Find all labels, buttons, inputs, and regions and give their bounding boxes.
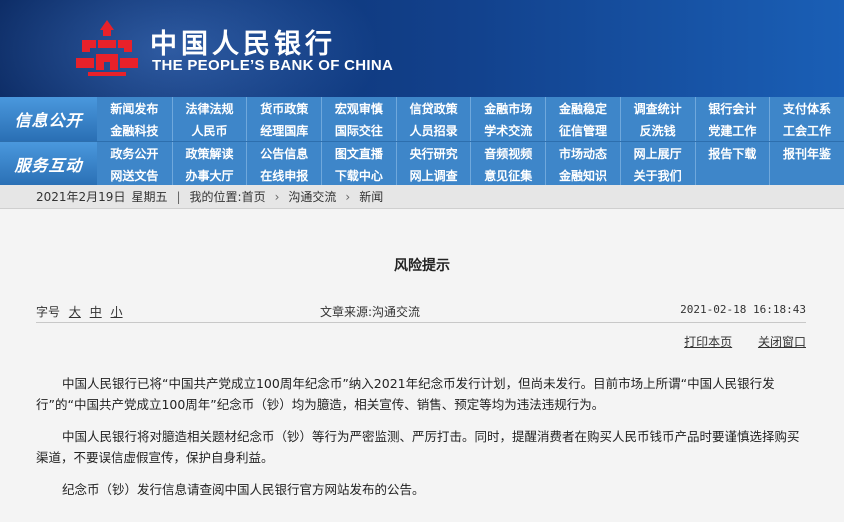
chevron-right-icon: › [345,189,351,204]
nav-item-party-building[interactable]: 党建工作 [694,119,770,141]
nav-item-recruitment[interactable]: 人员招录 [395,119,471,141]
nav-row: 金融科技 人民币 经理国库 国际交往 人员招录 学术交流 征信管理 反洗钱 党建… [97,119,844,141]
nav-item-online-survey[interactable]: 网上调查 [395,164,471,186]
nav-item-report-download[interactable]: 报告下载 [694,142,770,164]
nav-item-about-us[interactable]: 关于我们 [619,164,695,186]
article-paragraph: 中国人民银行将对臆造相关题材纪念币（钞）等行为严密监测、严厉打击。同时，提醒消费… [36,429,800,465]
nav-item-empty [694,164,770,186]
nav-item-monetary-policy[interactable]: 货币政策 [246,97,321,119]
nav-item-credit-reference[interactable]: 征信管理 [545,119,620,141]
nav-item-research[interactable]: 央行研究 [395,142,471,164]
nav-group-label: 信息公开 [0,97,97,141]
nav-item-payment-system[interactable]: 支付体系 [769,97,844,119]
nav-item-financial-market[interactable]: 金融市场 [470,97,545,119]
main-navigation: 信息公开 新闻发布 法律法规 货币政策 宏观审慎 信贷政策 金融市场 金融稳定 … [0,97,844,186]
nav-item-policy-interpretation[interactable]: 政策解读 [171,142,247,164]
nav-item-market-dynamics[interactable]: 市场动态 [545,142,620,164]
nav-item-service-hall[interactable]: 办事大厅 [171,164,247,186]
pboc-emblem-icon[interactable] [74,18,140,78]
nav-item-online-exhibition[interactable]: 网上展厅 [619,142,695,164]
article-tools: 打印本页 关闭窗口 [662,333,806,350]
nav-item-download-center[interactable]: 下载中心 [321,164,396,186]
nav-row: 网送文告 办事大厅 在线申报 下载中心 网上调查 意见征集 金融知识 关于我们 [97,164,844,186]
nav-item-academic[interactable]: 学术交流 [470,119,545,141]
current-date: 2021年2月19日 [36,190,126,204]
breadcrumb: 2021年2月19日 星期五 | 我的位置: 首页 › 沟通交流 › 新闻 [0,185,844,209]
nav-item-announcements[interactable]: 公告信息 [246,142,321,164]
nav-item-opinion-collection[interactable]: 意见征集 [470,164,545,186]
article-source: 文章来源:沟通交流 [320,305,421,319]
nav-row: 政务公开 政策解读 公告信息 图文直播 央行研究 音频视频 市场动态 网上展厅 … [97,142,844,164]
bank-name-english: THE PEOPLE’S BANK OF CHINA [152,57,394,74]
breadcrumb-section-link[interactable]: 沟通交流 [288,188,336,205]
article-paragraph: 中国人民银行已将“中国共产党成立100周年纪念币”纳入2021年纪念币发行计划，… [36,376,775,412]
font-size-small-link[interactable]: 小 [111,305,123,319]
nav-item-financial-stability[interactable]: 金融稳定 [545,97,620,119]
nav-item-international[interactable]: 国际交往 [321,119,396,141]
nav-item-treasury[interactable]: 经理国库 [246,119,321,141]
article-meta: 字号 大 中 小 文章来源:沟通交流 2021-02-18 16:18:43 [36,303,806,319]
font-size-medium-link[interactable]: 中 [90,305,102,319]
nav-item-fintech[interactable]: 金融科技 [97,119,172,141]
page: 中国人民银行 THE PEOPLE’S BANK OF CHINA 信息公开 新… [0,0,844,522]
nav-item-laws[interactable]: 法律法规 [171,97,247,119]
nav-item-live-broadcast[interactable]: 图文直播 [321,142,396,164]
article-paragraph: 纪念币（钞）发行信息请查阅中国人民银行官方网站发布的公告。 [62,482,425,497]
nav-group-info-disclosure: 信息公开 新闻发布 法律法规 货币政策 宏观审慎 信贷政策 金融市场 金融稳定 … [0,97,844,141]
chevron-right-icon: › [274,189,280,204]
font-size-controls: 字号 大 中 小 [36,303,123,320]
current-weekday: 星期五 [131,190,168,204]
print-page-link[interactable]: 打印本页 [684,335,732,349]
article-title: 风险提示 [394,258,450,274]
nav-item-macroprudential[interactable]: 宏观审慎 [321,97,396,119]
nav-group-service-interaction: 服务互动 政务公开 政策解读 公告信息 图文直播 央行研究 音频视频 市场动态 … [0,141,844,186]
nav-item-empty [769,164,844,186]
font-size-label: 字号 [36,305,61,319]
font-size-large-link[interactable]: 大 [69,305,81,319]
nav-item-bank-accounting[interactable]: 银行会计 [694,97,770,119]
header-banner: 中国人民银行 THE PEOPLE’S BANK OF CHINA [0,0,844,97]
breadcrumb-current-link[interactable]: 新闻 [359,188,383,205]
nav-item-credit-policy[interactable]: 信贷政策 [395,97,471,119]
nav-item-financial-knowledge[interactable]: 金融知识 [545,164,620,186]
article-datetime: 2021-02-18 16:18:43 [680,303,806,316]
separator: | [176,189,181,204]
nav-item-audio-video[interactable]: 音频视频 [470,142,545,164]
breadcrumb-home-link[interactable]: 首页 [242,188,266,205]
close-window-link[interactable]: 关闭窗口 [758,335,806,349]
nav-item-statistics[interactable]: 调查统计 [619,97,695,119]
nav-item-rmb[interactable]: 人民币 [171,119,247,141]
article-body: 中国人民银行已将“中国共产党成立100周年纪念币”纳入2021年纪念币发行计划，… [36,373,806,511]
divider [36,322,806,323]
nav-item-yearbook[interactable]: 报刊年鉴 [769,142,844,164]
location-label: 我的位置: [189,190,242,204]
nav-item-government-affairs[interactable]: 政务公开 [97,142,172,164]
nav-row: 新闻发布 法律法规 货币政策 宏观审慎 信贷政策 金融市场 金融稳定 调查统计 … [97,97,844,119]
nav-group-label: 服务互动 [0,142,97,186]
article-container: 风险提示 字号 大 中 小 文章来源:沟通交流 2021-02-18 16:18… [0,209,844,522]
bank-name-chinese: 中国人民银行 [150,29,336,60]
nav-item-news-release[interactable]: 新闻发布 [97,97,172,119]
nav-item-online-application[interactable]: 在线申报 [246,164,321,186]
nav-item-notices[interactable]: 网送文告 [97,164,172,186]
nav-item-anti-money-laundering[interactable]: 反洗钱 [619,119,695,141]
nav-item-union[interactable]: 工会工作 [769,119,844,141]
